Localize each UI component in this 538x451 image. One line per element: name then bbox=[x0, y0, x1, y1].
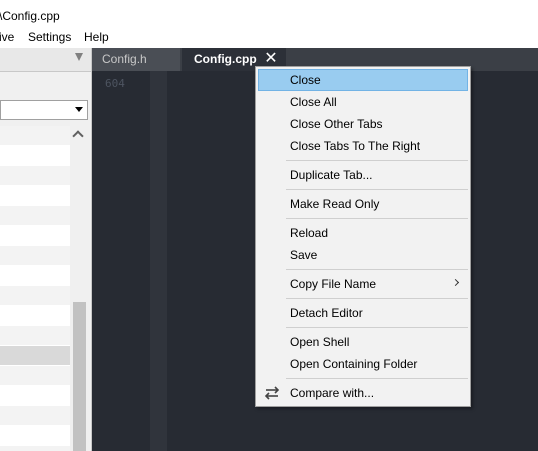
panel-header[interactable] bbox=[0, 48, 91, 72]
fold-margin[interactable] bbox=[150, 71, 167, 451]
menu-item-open-shell[interactable]: Open Shell bbox=[258, 331, 468, 353]
menu-item-label: Duplicate Tab... bbox=[290, 168, 373, 182]
list-item[interactable] bbox=[0, 226, 70, 246]
list-item[interactable] bbox=[0, 206, 70, 226]
file-browser-panel bbox=[0, 48, 92, 451]
list-item[interactable] bbox=[0, 186, 70, 206]
menu-separator bbox=[286, 378, 468, 379]
menu-item-label: Make Read Only bbox=[290, 197, 380, 211]
menu-item-open-containing-folder[interactable]: Open Containing Folder bbox=[258, 353, 468, 375]
menu-bar: ive Settings Help bbox=[0, 28, 538, 48]
menu-item-label: Open Containing Folder bbox=[290, 357, 418, 371]
line-number-gutter: 604 bbox=[92, 71, 150, 451]
app-window: \Config.cpp ive Settings Help Config.h C… bbox=[0, 0, 538, 451]
list-item[interactable] bbox=[0, 386, 70, 406]
menu-item-label: Save bbox=[290, 248, 318, 262]
list-item[interactable] bbox=[0, 246, 70, 266]
menu-item-duplicate-tab[interactable]: Duplicate Tab... bbox=[258, 164, 468, 186]
menu-item-close-tabs-right[interactable]: Close Tabs To The Right bbox=[258, 135, 468, 157]
menu-item-label: Reload bbox=[290, 226, 329, 240]
chevron-down-icon bbox=[75, 107, 83, 112]
menu-item-help[interactable]: Help bbox=[84, 30, 109, 44]
list-item[interactable] bbox=[0, 306, 70, 326]
list-item[interactable] bbox=[0, 426, 70, 446]
list-item[interactable] bbox=[0, 266, 70, 286]
window-title: \Config.cpp bbox=[0, 9, 60, 23]
menu-separator bbox=[286, 327, 468, 328]
scroll-up-icon[interactable] bbox=[72, 130, 84, 142]
menu-separator bbox=[286, 218, 468, 219]
title-bar: \Config.cpp bbox=[0, 0, 538, 28]
tab-label: Config.cpp bbox=[194, 52, 257, 66]
chevron-right-icon bbox=[451, 278, 460, 287]
filter-combobox[interactable] bbox=[0, 100, 88, 120]
file-list bbox=[0, 126, 70, 451]
vertical-scrollbar[interactable] bbox=[71, 126, 88, 451]
list-item[interactable] bbox=[0, 146, 70, 166]
tab-config-h[interactable]: Config.h bbox=[92, 48, 180, 71]
tab-label: Config.h bbox=[102, 52, 147, 66]
menu-item-compare-with[interactable]: Compare with... bbox=[258, 382, 468, 404]
menu-item-archive[interactable]: ive bbox=[0, 30, 14, 44]
dropdown-arrow-icon[interactable] bbox=[75, 53, 83, 61]
list-item[interactable] bbox=[0, 406, 70, 426]
list-item[interactable] bbox=[0, 326, 70, 346]
menu-item-label: Copy File Name bbox=[290, 277, 377, 291]
tab-context-menu: Close Close All Close Other Tabs Close T… bbox=[255, 66, 471, 407]
menu-item-detach-editor[interactable]: Detach Editor bbox=[258, 302, 468, 324]
scrollbar-thumb[interactable] bbox=[73, 302, 86, 451]
menu-item-make-read-only[interactable]: Make Read Only bbox=[258, 193, 468, 215]
menu-item-label: Open Shell bbox=[290, 335, 350, 349]
menu-item-label: Close All bbox=[290, 95, 337, 109]
menu-item-reload[interactable]: Reload bbox=[258, 222, 468, 244]
list-item[interactable] bbox=[0, 286, 70, 306]
menu-item-settings[interactable]: Settings bbox=[28, 30, 71, 44]
swap-arrows-icon bbox=[263, 385, 281, 401]
menu-separator bbox=[286, 269, 468, 270]
menu-item-close-all[interactable]: Close All bbox=[258, 91, 468, 113]
line-number: 604 bbox=[105, 77, 125, 90]
menu-item-copy-file-name[interactable]: Copy File Name bbox=[258, 273, 468, 295]
list-item[interactable] bbox=[0, 446, 70, 451]
menu-item-label: Close Other Tabs bbox=[290, 117, 383, 131]
menu-separator bbox=[286, 298, 468, 299]
menu-item-close[interactable]: Close bbox=[258, 69, 468, 91]
list-item[interactable] bbox=[0, 366, 70, 386]
menu-item-label: Close Tabs To The Right bbox=[290, 139, 421, 153]
close-tab-icon[interactable]: ✕ bbox=[264, 51, 278, 67]
list-item-selected[interactable] bbox=[0, 346, 70, 366]
menu-separator bbox=[286, 160, 468, 161]
menu-item-label: Close bbox=[290, 73, 321, 87]
menu-item-save[interactable]: Save bbox=[258, 244, 468, 266]
menu-item-close-other-tabs[interactable]: Close Other Tabs bbox=[258, 113, 468, 135]
menu-item-label: Detach Editor bbox=[290, 306, 363, 320]
menu-separator bbox=[286, 189, 468, 190]
menu-item-label: Compare with... bbox=[290, 386, 375, 400]
list-item[interactable] bbox=[0, 166, 70, 186]
list-item[interactable] bbox=[0, 126, 70, 146]
